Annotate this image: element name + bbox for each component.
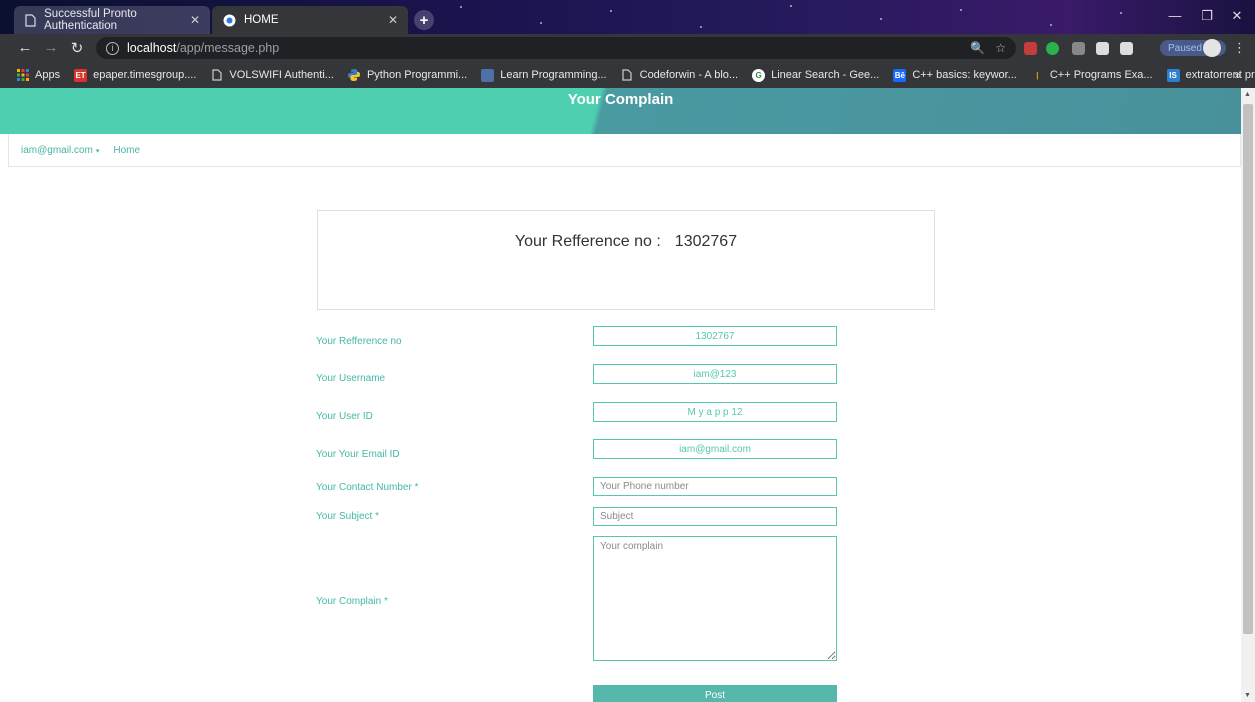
bookmark-item[interactable]: Apps (16, 69, 60, 82)
bookmark-item[interactable]: | C++ Programs Exa... (1030, 68, 1153, 82)
page-scrollbar[interactable]: ▲ ▼ (1241, 88, 1255, 702)
bookmark-item[interactable]: Python Programmi... (348, 69, 467, 82)
subject-input[interactable] (593, 507, 837, 526)
close-tab-icon[interactable]: ✕ (190, 13, 200, 27)
browser-tab-strip: Successful Pronto Authentication ✕ HOME … (0, 0, 1255, 34)
site-favicon-icon (222, 13, 236, 27)
extension-grammarly-icon[interactable] (1046, 42, 1059, 55)
bookmark-item[interactable]: Codeforwin - A blo... (621, 69, 738, 82)
bookmark-item[interactable]: Learn Programming... (481, 68, 607, 82)
user-dropdown[interactable]: iam@gmail.com ▾ (21, 145, 99, 156)
username-field[interactable] (593, 364, 837, 384)
scroll-thumb[interactable] (1243, 104, 1253, 634)
menu-kebab-icon[interactable]: ⋮ (1233, 40, 1246, 56)
bookmark-star-icon[interactable]: ☆ (995, 41, 1006, 55)
learn-icon (481, 68, 495, 82)
tab-title: HOME (244, 14, 279, 26)
top-navbar: iam@gmail.com ▾ Home (8, 134, 1241, 167)
complain-label: Your Complain * (316, 596, 388, 607)
ref-no-field[interactable] (593, 326, 837, 346)
minimize-icon[interactable]: — (1160, 8, 1190, 23)
scroll-down-arrow-icon[interactable]: ▼ (1244, 692, 1251, 699)
page-banner: Your Complain (0, 88, 1241, 134)
new-tab-button[interactable]: + (414, 10, 434, 30)
email-field[interactable] (593, 439, 837, 459)
reference-number: 1302767 (674, 233, 738, 250)
bookmarks-bar: Apps ET epaper.timesgroup.... VOLSWIFI A… (0, 62, 1255, 88)
extension-generic-icon[interactable] (1096, 42, 1109, 55)
geeks-icon: G (752, 68, 766, 82)
be-icon: Bē (893, 68, 907, 82)
close-window-icon[interactable]: ✕ (1222, 8, 1252, 24)
reference-label: Your Refference no : (514, 233, 661, 250)
page-title: Your Complain (567, 91, 674, 108)
subject-label: Your Subject * (316, 511, 380, 522)
profile-avatar[interactable] (1203, 39, 1221, 57)
userid-label: Your User ID (316, 411, 373, 422)
bookmark-item[interactable]: VOLSWIFI Authenti... (210, 69, 334, 82)
zoom-icon[interactable]: 🔍 (970, 41, 985, 55)
tab-home[interactable]: HOME ✕ (212, 6, 408, 34)
post-button[interactable]: Post (593, 685, 837, 702)
extension-shield-icon[interactable] (1072, 42, 1085, 55)
username-label: Your Username (316, 373, 386, 384)
url-host: localhost (127, 41, 177, 55)
bookmark-item[interactable]: G Linear Search - Gee... (752, 68, 879, 82)
page-icon (621, 69, 634, 82)
page-viewport: Your Complain iam@gmail.com ▾ Home Your R… (0, 88, 1241, 702)
maximize-icon[interactable]: ❐ (1192, 8, 1222, 24)
more-bookmarks-icon[interactable]: » (1234, 68, 1241, 82)
site-info-icon[interactable]: i (106, 41, 119, 55)
browser-toolbar: ← → ↻ i localhost/app/message.php 🔍 ☆ Pa… (0, 34, 1255, 62)
address-bar[interactable]: i localhost/app/message.php 🔍 ☆ (96, 37, 1016, 59)
complain-textarea[interactable] (593, 536, 837, 661)
epaper-icon: ET (74, 68, 88, 82)
extension-generic-icon[interactable] (1120, 42, 1133, 55)
url-path: /app/message.php (176, 41, 280, 55)
python-icon (348, 69, 361, 82)
contact-label: Your Contact Number * (316, 482, 419, 493)
is-icon: IS (1166, 68, 1180, 82)
email-label: Your Your Email ID (316, 449, 400, 460)
close-tab-icon[interactable]: ✕ (388, 13, 398, 27)
bookmark-item[interactable]: ET epaper.timesgroup.... (74, 68, 196, 82)
extension-pdf-icon[interactable] (1024, 42, 1037, 55)
cpp-icon: | (1030, 68, 1044, 82)
reference-box: Your Refference no : 1302767 (317, 210, 935, 310)
caret-down-icon: ▾ (95, 147, 100, 155)
tab-successful-pronto[interactable]: Successful Pronto Authentication ✕ (14, 6, 210, 34)
apps-grid-icon (16, 69, 29, 82)
contact-number-input[interactable] (593, 477, 837, 496)
userid-field[interactable] (593, 402, 837, 422)
back-arrow-icon[interactable]: ← (16, 39, 34, 56)
reload-icon[interactable]: ↻ (68, 39, 86, 57)
scroll-up-arrow-icon[interactable]: ▲ (1244, 91, 1251, 98)
reference-heading: Your Refference no : 1302767 (318, 233, 934, 251)
forward-arrow-icon[interactable]: → (42, 39, 60, 56)
page-icon (210, 69, 223, 82)
tab-title: Successful Pronto Authentication (44, 8, 137, 32)
bookmark-item[interactable]: Bē C++ basics: keywor... (893, 68, 1017, 82)
bookmark-item[interactable]: IS extratorrent proxy -... (1166, 68, 1255, 82)
page-icon (24, 13, 36, 27)
nav-home-link[interactable]: Home (113, 145, 140, 156)
ref-no-label: Your Refference no (316, 336, 402, 347)
